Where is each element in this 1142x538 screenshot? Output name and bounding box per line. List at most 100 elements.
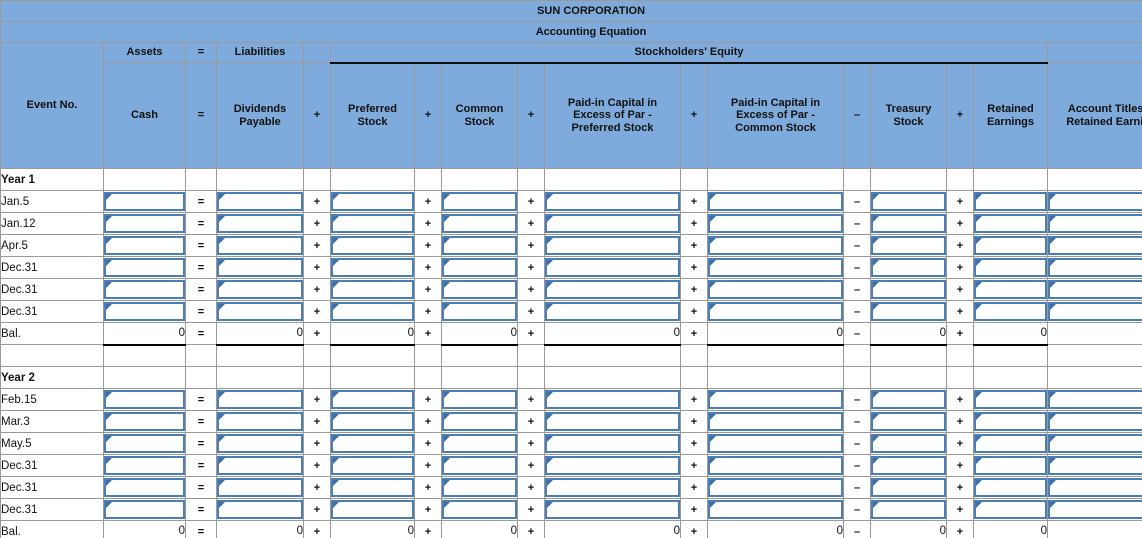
input-field-paid-in-capital-preferred[interactable] bbox=[545, 434, 680, 453]
input-cell-dividends-payable[interactable] bbox=[216, 300, 304, 323]
input-field-paid-in-capital-common[interactable] bbox=[708, 236, 843, 255]
input-cell-paid-in-capital-common[interactable] bbox=[707, 256, 844, 279]
input-field-account-titles[interactable] bbox=[1048, 302, 1142, 321]
input-field-treasury-stock[interactable] bbox=[871, 390, 946, 409]
input-cell-paid-in-capital-preferred[interactable] bbox=[544, 300, 681, 323]
input-cell-paid-in-capital-preferred[interactable] bbox=[544, 212, 681, 235]
input-field-treasury-stock[interactable] bbox=[871, 236, 946, 255]
input-cell-treasury-stock[interactable] bbox=[870, 432, 947, 455]
input-cell-treasury-stock[interactable] bbox=[870, 410, 947, 433]
input-field-preferred-stock[interactable] bbox=[331, 236, 414, 255]
input-field-treasury-stock[interactable] bbox=[871, 192, 946, 211]
input-cell-dividends-payable[interactable] bbox=[216, 388, 304, 411]
input-field-retained-earnings[interactable] bbox=[974, 192, 1047, 211]
input-field-paid-in-capital-common[interactable] bbox=[708, 390, 843, 409]
input-field-paid-in-capital-common[interactable] bbox=[708, 302, 843, 321]
input-cell-common-stock[interactable] bbox=[441, 410, 518, 433]
input-field-retained-earnings[interactable] bbox=[974, 280, 1047, 299]
input-field-retained-earnings[interactable] bbox=[974, 258, 1047, 277]
input-cell-treasury-stock[interactable] bbox=[870, 476, 947, 499]
input-field-account-titles[interactable] bbox=[1048, 390, 1142, 409]
input-cell-retained-earnings[interactable] bbox=[973, 388, 1048, 411]
input-field-preferred-stock[interactable] bbox=[331, 192, 414, 211]
input-field-cash[interactable] bbox=[104, 434, 185, 453]
input-cell-dividends-payable[interactable] bbox=[216, 190, 304, 213]
input-cell-cash[interactable] bbox=[103, 454, 186, 477]
input-cell-retained-earnings[interactable] bbox=[973, 498, 1048, 521]
input-field-paid-in-capital-common[interactable] bbox=[708, 478, 843, 497]
input-cell-common-stock[interactable] bbox=[441, 234, 518, 257]
input-field-cash[interactable] bbox=[104, 390, 185, 409]
input-field-paid-in-capital-common[interactable] bbox=[708, 280, 843, 299]
input-cell-preferred-stock[interactable] bbox=[330, 234, 415, 257]
input-field-dividends-payable[interactable] bbox=[217, 434, 303, 453]
input-cell-common-stock[interactable] bbox=[441, 454, 518, 477]
input-cell-paid-in-capital-common[interactable] bbox=[707, 432, 844, 455]
input-cell-account-titles[interactable] bbox=[1046, 498, 1142, 521]
input-cell-paid-in-capital-preferred[interactable] bbox=[544, 410, 681, 433]
input-cell-preferred-stock[interactable] bbox=[330, 212, 415, 235]
input-cell-preferred-stock[interactable] bbox=[330, 410, 415, 433]
input-cell-common-stock[interactable] bbox=[441, 278, 518, 301]
input-cell-cash[interactable] bbox=[103, 300, 186, 323]
input-cell-dividends-payable[interactable] bbox=[216, 278, 304, 301]
input-field-paid-in-capital-common[interactable] bbox=[708, 192, 843, 211]
input-cell-dividends-payable[interactable] bbox=[216, 234, 304, 257]
input-cell-cash[interactable] bbox=[103, 476, 186, 499]
input-field-paid-in-capital-common[interactable] bbox=[708, 456, 843, 475]
input-cell-cash[interactable] bbox=[103, 432, 186, 455]
input-field-dividends-payable[interactable] bbox=[217, 500, 303, 519]
input-field-cash[interactable] bbox=[104, 236, 185, 255]
input-cell-treasury-stock[interactable] bbox=[870, 300, 947, 323]
input-field-common-stock[interactable] bbox=[442, 280, 517, 299]
input-cell-retained-earnings[interactable] bbox=[973, 454, 1048, 477]
input-cell-account-titles[interactable] bbox=[1046, 256, 1142, 279]
input-cell-account-titles[interactable] bbox=[1046, 388, 1142, 411]
input-field-common-stock[interactable] bbox=[442, 390, 517, 409]
input-cell-retained-earnings[interactable] bbox=[973, 432, 1048, 455]
input-field-paid-in-capital-preferred[interactable] bbox=[545, 412, 680, 431]
input-cell-cash[interactable] bbox=[103, 212, 186, 235]
input-field-dividends-payable[interactable] bbox=[217, 390, 303, 409]
input-field-cash[interactable] bbox=[104, 302, 185, 321]
input-cell-paid-in-capital-common[interactable] bbox=[707, 498, 844, 521]
input-cell-dividends-payable[interactable] bbox=[216, 410, 304, 433]
input-cell-account-titles[interactable] bbox=[1046, 410, 1142, 433]
input-field-paid-in-capital-common[interactable] bbox=[708, 434, 843, 453]
input-field-retained-earnings[interactable] bbox=[974, 434, 1047, 453]
input-cell-dividends-payable[interactable] bbox=[216, 498, 304, 521]
input-cell-retained-earnings[interactable] bbox=[973, 256, 1048, 279]
input-cell-dividends-payable[interactable] bbox=[216, 476, 304, 499]
input-field-treasury-stock[interactable] bbox=[871, 412, 946, 431]
input-cell-treasury-stock[interactable] bbox=[870, 190, 947, 213]
input-field-treasury-stock[interactable] bbox=[871, 478, 946, 497]
input-field-common-stock[interactable] bbox=[442, 302, 517, 321]
input-field-retained-earnings[interactable] bbox=[974, 390, 1047, 409]
input-cell-retained-earnings[interactable] bbox=[973, 410, 1048, 433]
input-cell-common-stock[interactable] bbox=[441, 388, 518, 411]
input-field-paid-in-capital-preferred[interactable] bbox=[545, 214, 680, 233]
input-cell-dividends-payable[interactable] bbox=[216, 212, 304, 235]
input-cell-preferred-stock[interactable] bbox=[330, 476, 415, 499]
input-cell-retained-earnings[interactable] bbox=[973, 212, 1048, 235]
input-cell-account-titles[interactable] bbox=[1046, 190, 1142, 213]
input-field-dividends-payable[interactable] bbox=[217, 412, 303, 431]
input-cell-preferred-stock[interactable] bbox=[330, 454, 415, 477]
input-cell-paid-in-capital-common[interactable] bbox=[707, 388, 844, 411]
input-field-paid-in-capital-common[interactable] bbox=[708, 412, 843, 431]
input-cell-account-titles[interactable] bbox=[1046, 278, 1142, 301]
input-field-retained-earnings[interactable] bbox=[974, 236, 1047, 255]
input-cell-dividends-payable[interactable] bbox=[216, 454, 304, 477]
input-field-account-titles[interactable] bbox=[1048, 456, 1142, 475]
input-field-preferred-stock[interactable] bbox=[331, 280, 414, 299]
input-field-account-titles[interactable] bbox=[1048, 500, 1142, 519]
input-cell-preferred-stock[interactable] bbox=[330, 300, 415, 323]
input-cell-account-titles[interactable] bbox=[1046, 212, 1142, 235]
input-field-paid-in-capital-preferred[interactable] bbox=[545, 478, 680, 497]
input-cell-treasury-stock[interactable] bbox=[870, 278, 947, 301]
input-cell-dividends-payable[interactable] bbox=[216, 432, 304, 455]
input-field-common-stock[interactable] bbox=[442, 456, 517, 475]
input-cell-preferred-stock[interactable] bbox=[330, 278, 415, 301]
input-cell-dividends-payable[interactable] bbox=[216, 256, 304, 279]
input-field-account-titles[interactable] bbox=[1048, 214, 1142, 233]
